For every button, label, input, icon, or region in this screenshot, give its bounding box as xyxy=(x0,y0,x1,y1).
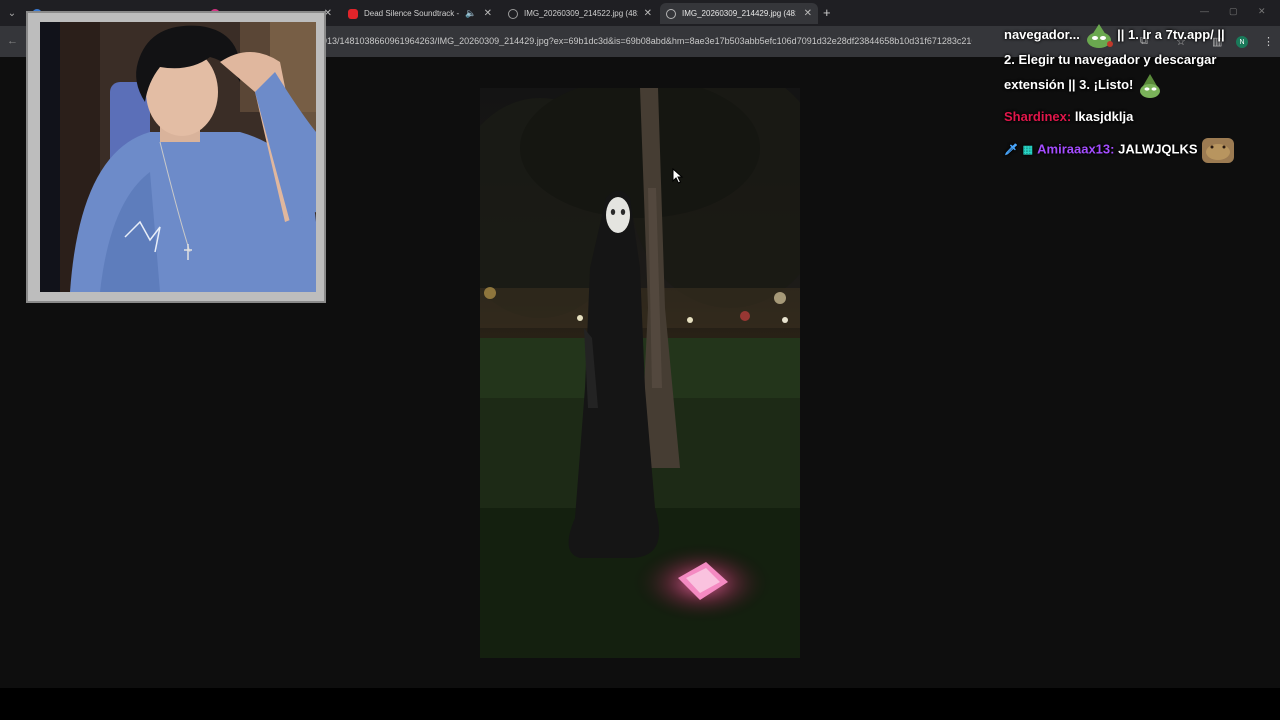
chat-text: extensión || 3. ¡Listo! xyxy=(1004,77,1134,92)
webcam-feed xyxy=(40,22,316,292)
new-tab-button[interactable]: + xyxy=(823,5,831,20)
profile-avatar[interactable]: N xyxy=(1236,36,1248,48)
bottom-bar xyxy=(0,688,1280,720)
tab-img-214522[interactable]: IMG_20260309_214522.jpg (481 ✕ xyxy=(502,3,658,24)
chat-message: extensión || 3. ¡Listo! xyxy=(1004,72,1163,99)
youtube-icon xyxy=(348,8,358,19)
globe-icon xyxy=(666,8,676,19)
chat-text: JALWJQLKS xyxy=(1118,141,1198,157)
chat-message: navegador... || 1. Ir a 7tv.app/ || xyxy=(1004,22,1225,49)
speaker-icon[interactable]: 🔈 xyxy=(465,8,476,19)
chat-message: 🗡 ▦ Amiraaax13: JALWJQLKS xyxy=(1004,135,1235,165)
capybara-emote-icon xyxy=(1202,138,1235,163)
chat-message: Shardinex: lkasjdklja xyxy=(1004,104,1133,129)
sword-badge-icon: 🗡 xyxy=(1004,143,1018,156)
chat-username[interactable]: Amiraaax13: xyxy=(1037,141,1114,156)
chat-text: lkasjdklja xyxy=(1074,109,1134,124)
chat-text: || 1. Ir a 7tv.app/ || xyxy=(1117,27,1225,42)
close-icon[interactable]: ✕ xyxy=(644,8,652,19)
tab-img-214429[interactable]: IMG_20260309_214429.jpg (481 ✕ xyxy=(660,3,818,24)
tab-dead-silence[interactable]: Dead Silence Soundtrack - 🔈 ✕ xyxy=(342,3,498,24)
tab-title: IMG_20260309_214429.jpg (481 xyxy=(682,9,796,18)
mouse-cursor-icon xyxy=(672,168,684,184)
pepe-wizard-emote-icon xyxy=(1139,73,1160,98)
chat-text: navegador... xyxy=(1004,27,1080,42)
globe-icon xyxy=(508,8,518,19)
viewer-photo[interactable] xyxy=(480,88,800,658)
back-arrow-icon[interactable]: ← xyxy=(7,35,18,47)
address-bar[interactable]: 913/1481038660961964263/IMG_20260309_214… xyxy=(322,36,972,46)
menu-kebab-icon[interactable]: ⋮ xyxy=(1263,35,1274,48)
close-window-icon[interactable]: ✕ xyxy=(1258,6,1266,17)
close-icon[interactable]: ✕ xyxy=(484,8,492,19)
pepe-emote-icon xyxy=(1086,23,1113,48)
minimize-icon[interactable]: — xyxy=(1200,6,1209,16)
tab-title: Dead Silence Soundtrack - xyxy=(364,9,460,18)
subscriber-badge-icon: ▦ xyxy=(1022,143,1033,156)
chat-message: 2. Elegir tu navegador y descargar xyxy=(1004,52,1217,67)
restore-icon[interactable]: ▢ xyxy=(1229,6,1238,17)
tab-title: IMG_20260309_214522.jpg (481 xyxy=(524,9,638,18)
close-icon[interactable]: ✕ xyxy=(804,8,812,19)
tab-search-chevron-icon[interactable]: ⌄ xyxy=(1,2,23,24)
chat-username[interactable]: Shardinex: xyxy=(1004,109,1071,124)
